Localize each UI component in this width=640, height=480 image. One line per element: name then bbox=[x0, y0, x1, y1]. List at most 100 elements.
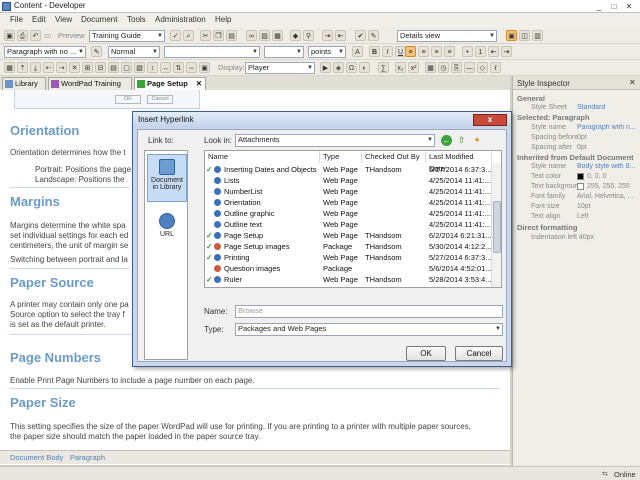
up-folder-icon[interactable]: ⇧ bbox=[456, 135, 467, 146]
style-icon[interactable]: ✎ bbox=[91, 46, 102, 57]
col-left-icon[interactable]: ⇠ bbox=[43, 62, 54, 73]
file-row[interactable]: ✓ Printing Web Page THandsom 5/27/2014 6:37:… bbox=[205, 252, 491, 263]
font-size-select[interactable]: ▼ bbox=[264, 46, 304, 58]
paste-icon[interactable]: ▤ bbox=[226, 30, 237, 41]
menu-tools[interactable]: Tools bbox=[127, 15, 146, 24]
comment-icon[interactable]: ✎ bbox=[368, 30, 379, 41]
condition-icon[interactable]: ◐ bbox=[359, 62, 370, 73]
file-row[interactable]: Outline graphic Web Page 4/25/2014 11:41:.… bbox=[205, 208, 491, 219]
tab-library[interactable]: Library bbox=[2, 77, 46, 90]
file-row[interactable]: Lists Web Page 4/25/2014 11:41:... bbox=[205, 175, 491, 186]
file-row[interactable]: Question images Package 5/6/2014 4:52:01..… bbox=[205, 263, 491, 274]
place-url[interactable]: URL bbox=[147, 209, 187, 249]
file-row[interactable]: Orientation Web Page 4/25/2014 11:41:... bbox=[205, 197, 491, 208]
undo-icon[interactable]: ↶ bbox=[30, 30, 41, 41]
dialog-close-button[interactable]: x bbox=[473, 114, 507, 126]
bullets-icon[interactable]: • bbox=[462, 46, 473, 57]
justify-icon[interactable]: ≡ bbox=[444, 46, 455, 57]
close-icon[interactable]: ✕ bbox=[622, 1, 636, 12]
row-value[interactable]: Body style with 8... bbox=[577, 163, 639, 170]
menu-file[interactable]: File bbox=[10, 15, 23, 24]
merge-icon[interactable]: ⊞ bbox=[82, 62, 93, 73]
menu-administration[interactable]: Administration bbox=[155, 15, 206, 24]
view-select[interactable]: Details view ▼ bbox=[397, 30, 497, 42]
vertical-scrollbar[interactable] bbox=[491, 163, 501, 287]
place-document-in-library[interactable]: Document in Library bbox=[147, 154, 187, 202]
split-cell-icon[interactable]: ⊟ bbox=[95, 62, 106, 73]
back-icon[interactable]: ← bbox=[441, 135, 452, 146]
row-value[interactable]: Paragraph with n... bbox=[577, 124, 639, 131]
column-header-name[interactable]: Name bbox=[205, 151, 320, 163]
cut-icon[interactable]: ✂ bbox=[200, 30, 211, 41]
tab-wordpad-training[interactable]: WordPad Training bbox=[48, 77, 132, 90]
valign-icon[interactable]: ↕ bbox=[147, 62, 158, 73]
display-select[interactable]: Player ▼ bbox=[245, 62, 315, 74]
italic-icon[interactable]: I bbox=[382, 46, 393, 57]
outdent-icon[interactable]: ⇤ bbox=[335, 30, 346, 41]
equation-icon[interactable]: ∑ bbox=[378, 62, 389, 73]
maximize-icon[interactable]: □ bbox=[607, 1, 621, 12]
style-sheet-value[interactable]: Standard bbox=[577, 104, 637, 111]
row-below-icon[interactable]: ⤓ bbox=[30, 62, 41, 73]
outdent2-icon[interactable]: ⇤ bbox=[488, 46, 499, 57]
menu-help[interactable]: Help bbox=[215, 15, 231, 24]
guide-select[interactable]: Training Guide ▼ bbox=[89, 30, 165, 42]
close-icon[interactable]: ✕ bbox=[629, 78, 636, 87]
variable-icon[interactable]: ◈ bbox=[333, 62, 344, 73]
preview-label[interactable]: Preview bbox=[58, 31, 85, 40]
ok-button[interactable]: OK bbox=[406, 346, 446, 361]
date-icon[interactable]: ▦ bbox=[425, 62, 436, 73]
cancel-button[interactable]: Cancel bbox=[455, 346, 503, 361]
media-icon[interactable]: ▶ bbox=[320, 62, 331, 73]
borders-icon[interactable]: ▢ bbox=[121, 62, 132, 73]
align-left-icon[interactable]: ≡ bbox=[405, 46, 416, 57]
layout-icon[interactable]: ▣ bbox=[506, 30, 517, 41]
glossary-icon[interactable]: ℓ bbox=[490, 62, 501, 73]
copy-icon[interactable]: ❐ bbox=[213, 30, 224, 41]
scroll-thumb[interactable] bbox=[493, 201, 501, 253]
align-center-icon[interactable]: ≡ bbox=[418, 46, 429, 57]
file-row[interactable]: ✓ Inserting Dates and Objects Web Page THan… bbox=[205, 164, 491, 175]
font-icon[interactable]: A bbox=[352, 46, 363, 57]
preview-icon[interactable]: ▭ bbox=[44, 31, 51, 40]
name-field[interactable]: Browse bbox=[235, 305, 503, 318]
row-above-icon[interactable]: ⤒ bbox=[17, 62, 28, 73]
align-right-icon[interactable]: ≡ bbox=[431, 46, 442, 57]
check-icon[interactable]: ✔ bbox=[355, 30, 366, 41]
indent2-icon[interactable]: ⇥ bbox=[501, 46, 512, 57]
char-style-select[interactable]: Normal ▼ bbox=[108, 46, 160, 58]
hyperlink-icon[interactable]: ⚲ bbox=[303, 30, 314, 41]
bookmark-icon[interactable]: ◆ bbox=[290, 30, 301, 41]
table-icon[interactable]: ▦ bbox=[272, 30, 283, 41]
file-row[interactable]: Outline text Web Page 4/25/2014 11:41:... bbox=[205, 219, 491, 230]
menu-edit[interactable]: Edit bbox=[32, 15, 46, 24]
tab-page-setup[interactable]: Page Setup ✕ bbox=[134, 77, 206, 90]
superscript-icon[interactable]: x² bbox=[408, 62, 419, 73]
column-header-checked-out[interactable]: Checked Out By bbox=[362, 151, 426, 163]
subscript-icon[interactable]: x₂ bbox=[395, 62, 406, 73]
find-icon[interactable]: ⌕ bbox=[183, 30, 194, 41]
save-icon[interactable]: ▣ bbox=[4, 30, 15, 41]
spell-icon[interactable]: ✓ bbox=[170, 30, 181, 41]
numbering-icon[interactable]: 1 bbox=[475, 46, 486, 57]
type-select[interactable]: Packages and Web Pages ▼ bbox=[235, 323, 503, 336]
sort-icon[interactable]: ⇅ bbox=[173, 62, 184, 73]
shading-icon[interactable]: ▧ bbox=[134, 62, 145, 73]
special-char-icon[interactable]: Ω bbox=[346, 62, 357, 73]
col-right-icon[interactable]: ⇢ bbox=[56, 62, 67, 73]
file-row[interactable]: ✓ Page Setup images Package THandsom 5/30/20… bbox=[205, 241, 491, 252]
size-unit-select[interactable]: points ▼ bbox=[308, 46, 346, 58]
hr-icon[interactable]: ― bbox=[464, 62, 475, 73]
look-in-select[interactable]: Attachments ▼ bbox=[235, 134, 435, 147]
time-icon[interactable]: ◷ bbox=[438, 62, 449, 73]
new-folder-icon[interactable]: ✦ bbox=[471, 135, 483, 146]
file-list[interactable]: Name Type Checked Out By Last Modified D… bbox=[204, 150, 502, 288]
menu-document[interactable]: Document bbox=[81, 15, 117, 24]
paragraph-style-select[interactable]: Paragraph with no ... ▼ bbox=[4, 46, 86, 58]
font-family-select[interactable]: ▼ bbox=[164, 46, 260, 58]
file-row[interactable]: ✓ Page Setup Web Page THandsom 6/2/2014 6:21… bbox=[205, 230, 491, 241]
column-header-modified[interactable]: Last Modified Date bbox=[426, 151, 492, 173]
file-row[interactable]: NumberList Web Page 4/25/2014 11:41:... bbox=[205, 186, 491, 197]
tag-icon[interactable]: ◇ bbox=[477, 62, 488, 73]
breadcrumb-paragraph[interactable]: Paragraph bbox=[70, 453, 105, 462]
